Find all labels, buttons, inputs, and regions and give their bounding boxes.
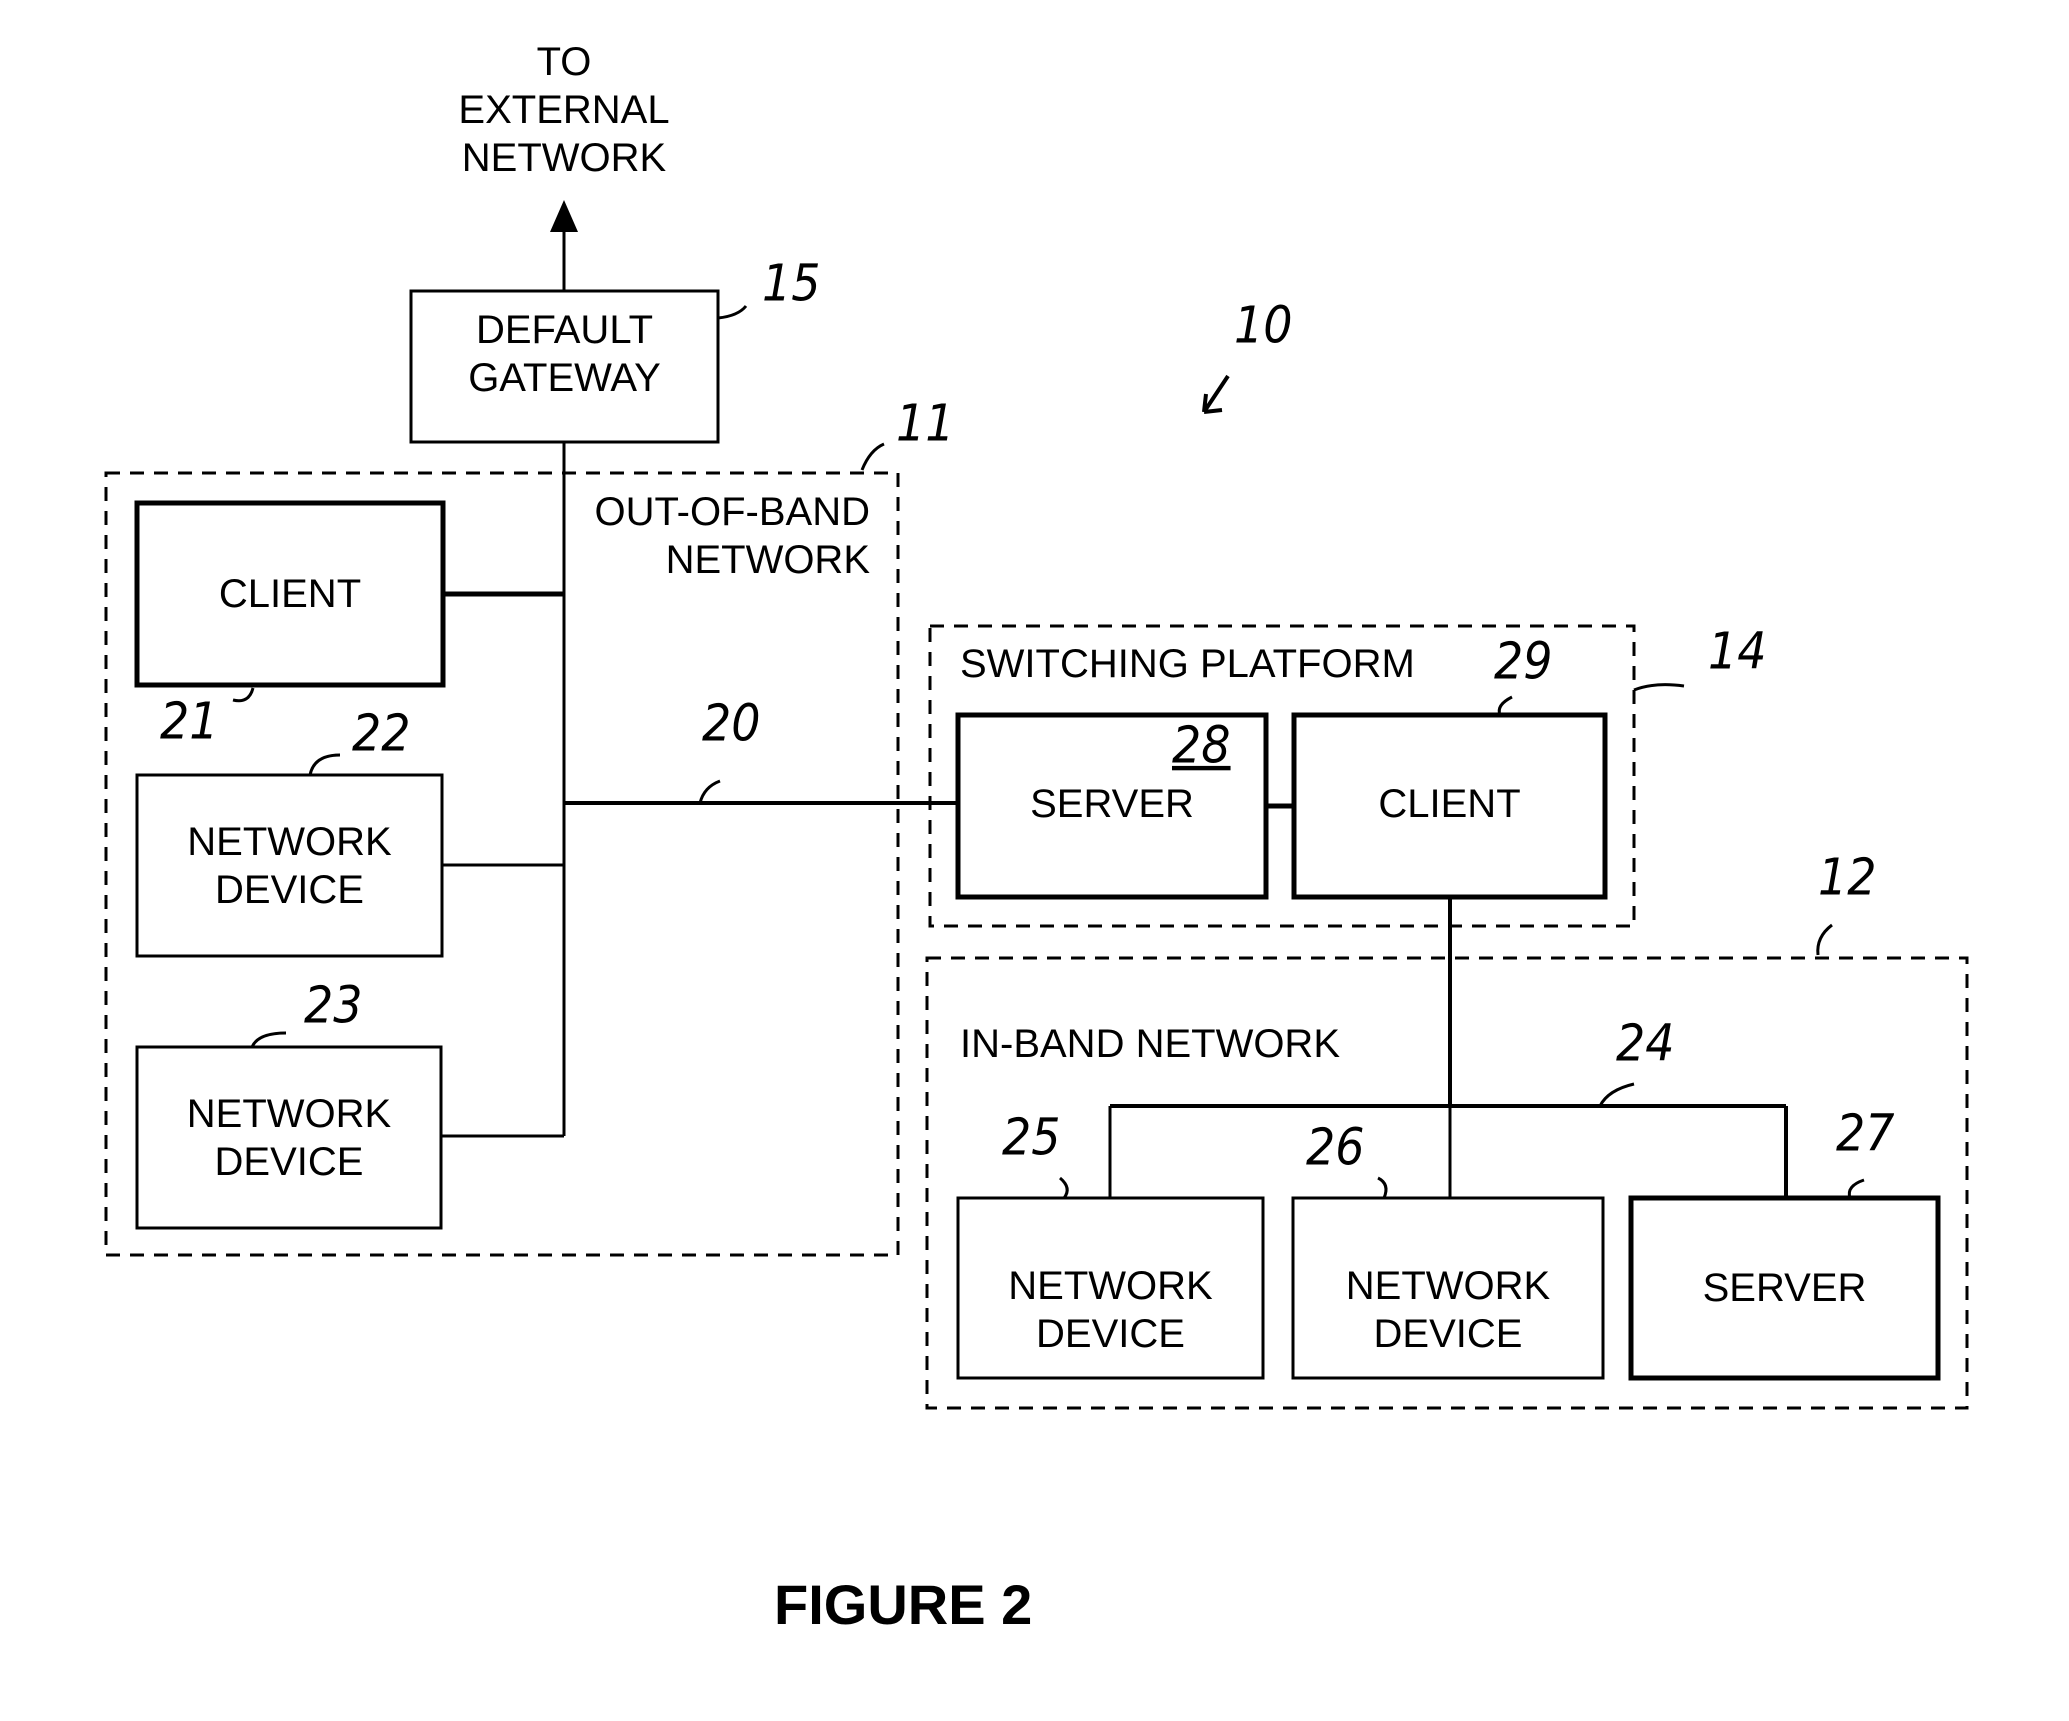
up-arrow-icon <box>550 200 578 232</box>
system-ref: 10 <box>1234 295 1293 355</box>
sp-server-ref: 28 <box>1172 715 1231 775</box>
switching-platform-label: SWITCHING PLATFORM <box>960 642 1415 686</box>
in-band-ref: 12 <box>1818 847 1877 907</box>
ib-device-26-label: NETWORK DEVICE <box>1345 1264 1551 1356</box>
switching-platform-ref: 14 <box>1708 621 1767 681</box>
sp-server-label: SERVER <box>1030 782 1194 826</box>
out-of-band-label: OUT-OF-BAND NETWORK <box>594 490 870 582</box>
ib-server-label: SERVER <box>1702 1266 1867 1310</box>
gateway-label: DEFAULT GATEWAY <box>468 308 661 400</box>
out-of-band-ref: 11 <box>896 393 955 453</box>
oob-client-label: CLIENT <box>218 572 362 616</box>
ib-device-26-ref: 26 <box>1306 1117 1365 1177</box>
sp-client-label: CLIENT <box>1378 782 1521 826</box>
ib-server-ref: 27 <box>1836 1103 1895 1163</box>
figure-title: FIGURE 2 <box>774 1573 1033 1636</box>
ib-device-25-label: NETWORK DEVICE <box>1008 1264 1213 1356</box>
sp-client-ref: 29 <box>1494 631 1553 691</box>
oob-device-23-label: NETWORK DEVICE <box>186 1092 392 1184</box>
oob-client-ref: 21 <box>160 691 219 751</box>
oob-device-22-label: NETWORK DEVICE <box>187 820 392 912</box>
in-band-label: IN-BAND NETWORK <box>960 1022 1340 1066</box>
figure-canvas: TO EXTERNAL NETWORK DEFAULT GATEWAY 15 1… <box>0 0 2069 1721</box>
external-network-label: TO EXTERNAL NETWORK <box>458 40 670 180</box>
ib-device-25-ref: 25 <box>1002 1107 1061 1167</box>
gateway-ref: 15 <box>762 253 821 313</box>
ib-bus-ref: 24 <box>1616 1013 1675 1073</box>
oob-bus-ref: 20 <box>702 693 761 753</box>
oob-device-23-ref: 23 <box>304 975 363 1035</box>
oob-device-22-ref: 22 <box>352 703 411 763</box>
